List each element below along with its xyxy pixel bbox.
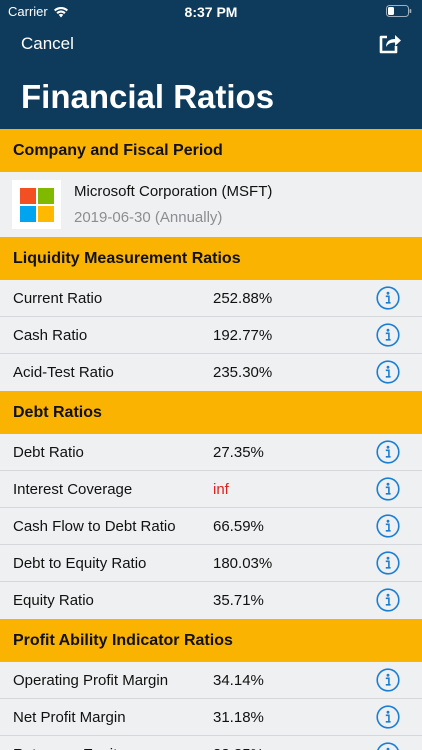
ratio-row: Current Ratio 252.88% [0,280,422,317]
ratio-value: 66.59% [213,518,264,535]
logo-square [37,205,54,222]
ratio-label: Cash Flow to Debt Ratio [13,518,176,535]
company-logo [12,180,61,229]
info-icon[interactable] [376,360,400,384]
ratio-label: Interest Coverage [13,481,133,498]
ratio-label: Net Profit Margin [13,709,126,726]
debt-section: Debt Ratios Debt Ratio 27.35% Interest Cov… [0,391,422,619]
page-title: Financial Ratios [21,78,275,115]
ratio-label: Current Ratio [13,290,103,307]
section-header-debt: Debt Ratios [0,391,422,434]
logo-square [19,205,36,222]
info-icon[interactable] [376,742,400,750]
ratio-label: Equity Ratio [13,592,94,609]
ratio-row: Return on Equity 38.35% [0,736,422,750]
ratio-label: Debt to Equity Ratio [13,555,147,572]
ratio-row: Debt Ratio 27.35% [0,434,422,471]
ratio-row: Net Profit Margin 31.18% [0,699,422,736]
liquidity-section: Liquidity Measurement Ratios Current Rat… [0,237,422,391]
status-bar: Carrier 8:37 PM [0,0,422,22]
info-icon[interactable] [376,588,400,612]
ratio-label: Operating Profit Margin [13,672,169,689]
ratio-value: 38.35% [213,746,264,750]
section-header-profit: Profit Ability Indicator Ratios [0,619,422,662]
ratio-value: 192.77% [213,327,273,344]
ratio-row: Equity Ratio 35.71% [0,582,422,619]
info-icon[interactable] [376,477,400,501]
ratio-value: inf [213,481,229,498]
info-icon[interactable] [376,286,400,310]
fiscal-period: 2019-06-30 (Annually) [74,209,223,226]
info-icon[interactable] [376,323,400,347]
ratio-row: Operating Profit Margin 34.14% [0,662,422,699]
ratio-row: Cash Ratio 192.77% [0,317,422,354]
share-button[interactable] [378,32,402,59]
ratio-value: 35.71% [213,592,264,609]
liquidity-rows: Current Ratio 252.88% Cash Ratio 192.77% Aci… [0,280,422,391]
section-header-company: Company and Fiscal Period [0,129,422,172]
ratio-row: Debt to Equity Ratio 180.03% [0,545,422,582]
microsoft-logo-icon [19,187,54,222]
ratio-value: 34.14% [213,672,264,689]
info-icon[interactable] [376,440,400,464]
logo-square [19,187,36,204]
ratio-value: 27.35% [213,444,264,461]
ratio-row: Cash Flow to Debt Ratio 66.59% [0,508,422,545]
info-icon[interactable] [376,705,400,729]
nav-bar: Cancel [0,32,422,56]
company-name: Microsoft Corporation (MSFT) [74,183,273,200]
status-time: 8:37 PM [184,4,238,20]
ratio-value: 180.03% [213,555,273,572]
logo-square [37,187,54,204]
info-icon[interactable] [376,668,400,692]
cancel-button[interactable]: Cancel [21,34,74,54]
info-icon[interactable] [376,551,400,575]
ratio-value: 235.30% [213,364,273,381]
profit-rows: Operating Profit Margin 34.14% Net Profit … [0,662,422,750]
info-icon[interactable] [376,514,400,538]
battery-icon [386,5,412,20]
ratio-label: Cash Ratio [13,327,88,344]
ratio-value: 31.18% [213,709,264,726]
ratio-label: Debt Ratio [13,444,84,461]
share-icon [379,35,401,54]
company-section: Company and Fiscal Period Microsoft Corp… [0,129,422,237]
ratio-row: Interest Coverage inf [0,471,422,508]
company-row: Microsoft Corporation (MSFT) 2019-06-30 … [0,172,422,237]
ratio-label: Return on Equity [13,746,125,750]
ratio-value: 252.88% [213,290,273,307]
app-header: Carrier 8:37 PM Cancel Financial Ratios [0,0,422,129]
debt-rows: Debt Ratio 27.35% Interest Coverage inf Cash… [0,434,422,619]
section-header-liquidity: Liquidity Measurement Ratios [0,237,422,280]
profit-section: Profit Ability Indicator Ratios Operatin… [0,619,422,750]
ratio-label: Acid-Test Ratio [13,364,114,381]
ratio-row: Acid-Test Ratio 235.30% [0,354,422,391]
